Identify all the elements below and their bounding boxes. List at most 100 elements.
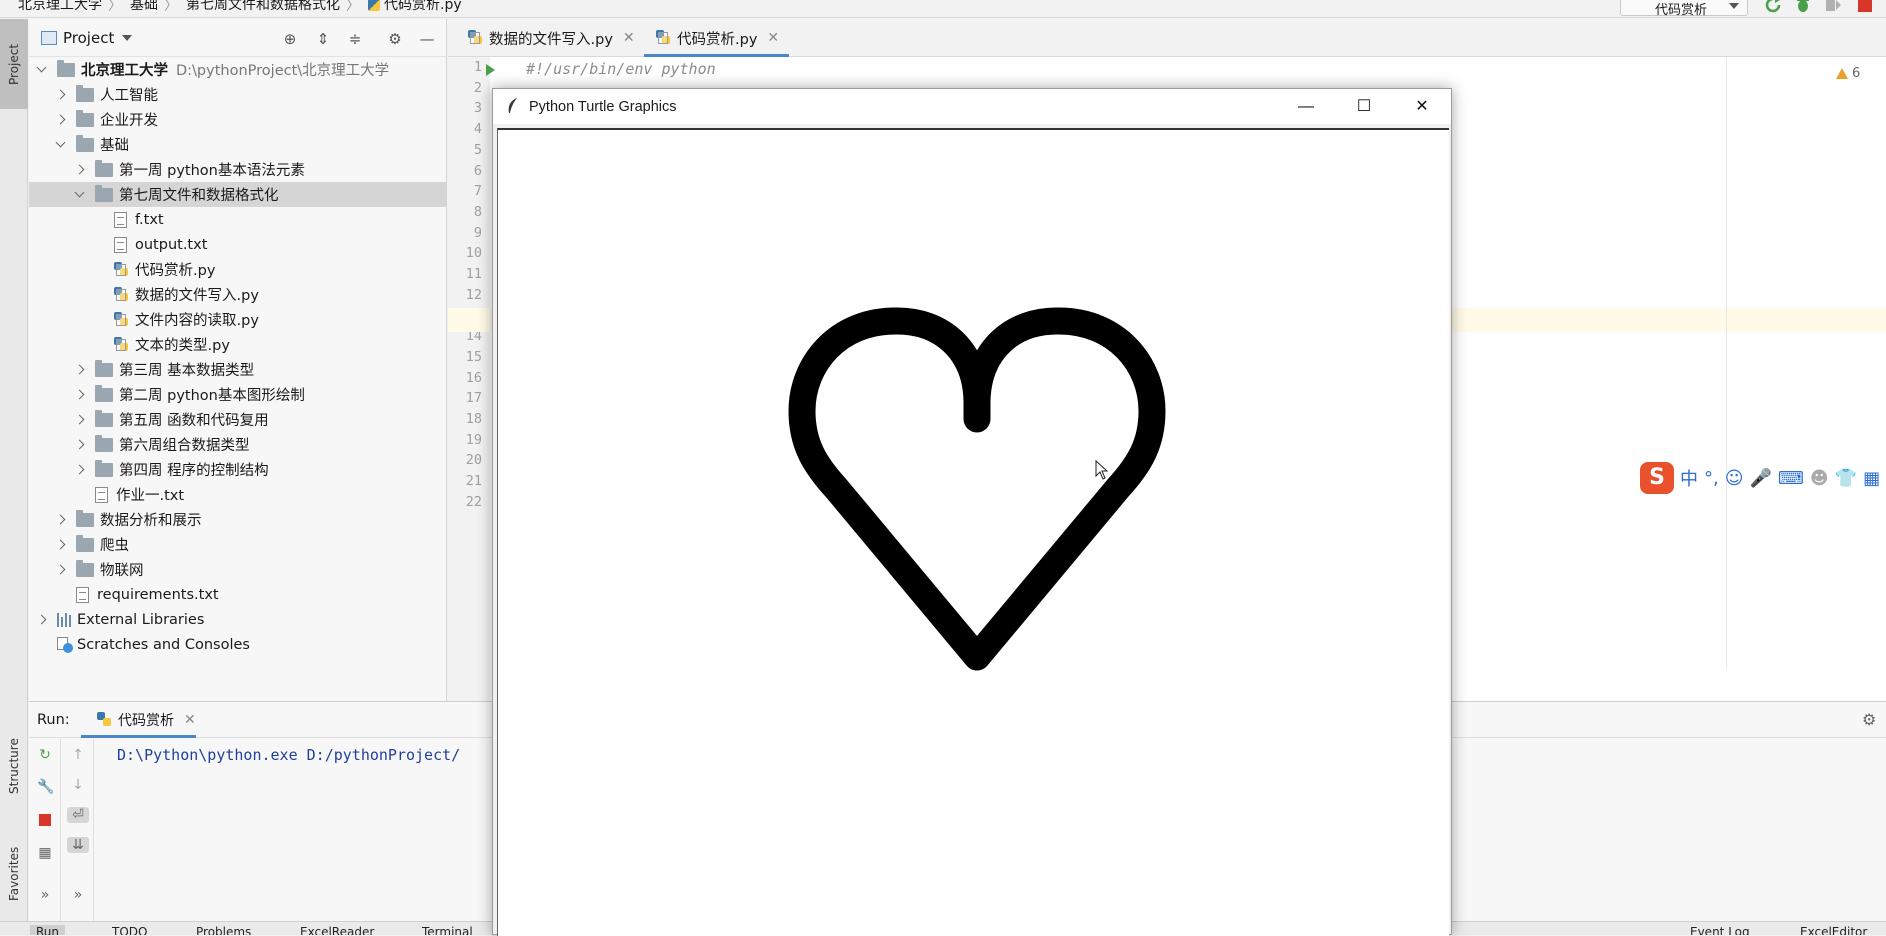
stop-icon[interactable] [37,813,53,829]
keyboard-icon[interactable]: ⌨ [1778,468,1804,489]
chevron-down-icon[interactable] [56,140,66,150]
soft-wrap-icon[interactable]: ⏎ [67,807,89,823]
more-icon[interactable]: » [37,887,53,903]
favorites-tool-tab[interactable]: Favorites [0,824,28,924]
close-button[interactable]: ✕ [1393,89,1451,124]
tree-item[interactable]: 第四周 程序的控制结构 [29,457,446,482]
status-tab-terminal[interactable]: Terminal [422,925,473,935]
breadcrumb-item[interactable]: 北京理工大学 [18,0,102,12]
rerun-icon[interactable] [1764,0,1782,14]
breadcrumb-item[interactable]: 第七周文件和数据格式化 [186,0,340,12]
ime-mode[interactable]: 中 [1680,465,1698,491]
chevron-right-icon[interactable] [75,165,85,175]
arrow-up-icon[interactable]: ↑ [70,747,86,763]
tree-item[interactable]: 北京理工大学 D:\pythonProject\北京理工大学 [29,57,446,82]
status-tab-todo[interactable]: TODO [112,925,147,935]
tree-item[interactable]: output.txt [29,232,446,257]
tree-item[interactable]: 物联网 [29,557,446,582]
chevron-right-icon[interactable] [75,440,85,450]
excel-editor-tab[interactable]: ExcelEditor [1800,925,1867,935]
coverage-icon[interactable] [1824,0,1842,14]
tree-item[interactable]: 第二周 python基本图形绘制 [29,382,446,407]
stop-icon[interactable] [1856,0,1874,14]
chevron-right-icon[interactable] [75,465,85,475]
window-title-bar[interactable]: Python Turtle Graphics — ☐ ✕ [493,89,1451,124]
structure-tool-tab[interactable]: Structure [0,719,28,814]
run-tab[interactable]: 代码赏析 ✕ [81,702,196,738]
chevron-down-icon[interactable] [37,65,47,75]
microphone-icon[interactable]: 🎤 [1750,468,1772,489]
maximize-button[interactable]: ☐ [1335,89,1393,124]
console-output[interactable]: D:\Python\python.exe D:/pythonProject/ [117,746,460,764]
minimize-button[interactable]: — [1277,89,1335,124]
tree-item[interactable]: 作业一.txt [29,482,446,507]
chevron-right-icon[interactable] [56,515,66,525]
tree-item[interactable]: 代码赏析.py [29,257,446,282]
tree-item[interactable]: 基础 [29,132,446,157]
gear-icon[interactable]: ⚙ [1862,710,1878,729]
rerun-icon[interactable]: ↻ [37,747,53,763]
chevron-right-icon[interactable] [75,365,85,375]
chevron-down-icon[interactable] [122,34,133,41]
turtle-canvas[interactable] [497,128,1449,936]
run-gutter-icon[interactable] [486,64,495,76]
tree-item[interactable]: 第三周 基本数据类型 [29,357,446,382]
editor-tab-active[interactable]: 代码赏析.py ✕ [644,19,790,57]
tree-item[interactable]: External Libraries [29,607,446,632]
inspection-widget[interactable]: 6 [1836,66,1860,81]
run-configuration-select[interactable]: 代码赏析 [1620,0,1748,17]
skin-icon[interactable]: 👕 [1835,468,1857,489]
editor-tab[interactable]: 数据的文件写入.py ✕ [456,19,635,57]
debug-icon[interactable] [1794,0,1812,14]
tree-item[interactable]: 第五周 函数和代码复用 [29,407,446,432]
chevron-right-icon[interactable] [75,415,85,425]
status-tab-run[interactable]: Run [30,925,66,935]
tree-item[interactable]: Scratches and Consoles [29,632,446,657]
ime-logo[interactable]: S [1640,462,1674,494]
gear-icon[interactable]: ⚙ [387,31,403,47]
tree-item[interactable]: 爬虫 [29,532,446,557]
tree-item[interactable]: requirements.txt [29,582,446,607]
tree-item[interactable]: 数据的文件写入.py [29,282,446,307]
chevron-right-icon[interactable] [37,615,47,625]
emoji-icon[interactable]: ☺ [1725,468,1744,489]
arrow-down-icon[interactable]: ↓ [70,777,86,793]
project-panel-title[interactable]: Project [63,29,114,47]
grid-icon[interactable]: ▦ [1863,468,1880,489]
hide-panel-icon[interactable]: — [419,31,435,47]
locate-icon[interactable]: ⊕ [282,31,298,47]
expand-all-icon[interactable]: ⇕ [315,31,331,47]
chevron-right-icon[interactable] [56,90,66,100]
wrench-icon[interactable]: 🔧 [37,779,54,795]
status-tab-excelreader[interactable]: ExcelReader [300,925,374,935]
close-icon[interactable]: ✕ [623,30,635,46]
chevron-right-icon[interactable] [56,565,66,575]
status-tab-problems[interactable]: Problems [196,925,251,935]
tree-item[interactable]: 文本的类型.py [29,332,446,357]
tree-item[interactable]: 第一周 python基本语法元素 [29,157,446,182]
tree-item[interactable]: 人工智能 [29,82,446,107]
tree-item[interactable]: 第六周组合数据类型 [29,432,446,457]
turtle-graphics-window[interactable]: Python Turtle Graphics — ☐ ✕ [492,88,1452,936]
tree-item[interactable]: 数据分析和展示 [29,507,446,532]
user-icon[interactable]: ☻ [1810,468,1829,489]
chevron-right-icon[interactable] [56,540,66,550]
close-icon[interactable]: ✕ [767,30,779,46]
chevron-right-icon[interactable] [75,390,85,400]
scroll-to-end-icon[interactable]: ⇊ [67,837,89,853]
close-icon[interactable]: ✕ [184,712,196,728]
event-log-tab[interactable]: Event Log [1690,925,1750,935]
punctuation-icon[interactable]: °, [1704,468,1719,489]
layout-icon[interactable]: ▦ [37,845,53,861]
tree-item[interactable]: f.txt [29,207,446,232]
chevron-down-icon[interactable] [75,190,85,200]
collapse-all-icon[interactable]: ≑ [347,31,363,47]
more-icon[interactable]: » [70,887,86,903]
tree-item[interactable]: 文件内容的读取.py [29,307,446,332]
breadcrumb-item[interactable]: 基础 [130,0,158,12]
code-line[interactable]: #!/usr/bin/env python [526,60,716,78]
chevron-right-icon[interactable] [56,115,66,125]
breadcrumb-item[interactable]: 代码赏析.py [368,0,462,12]
tree-item[interactable]: 第七周文件和数据格式化 [29,182,446,207]
tree-item[interactable]: 企业开发 [29,107,446,132]
